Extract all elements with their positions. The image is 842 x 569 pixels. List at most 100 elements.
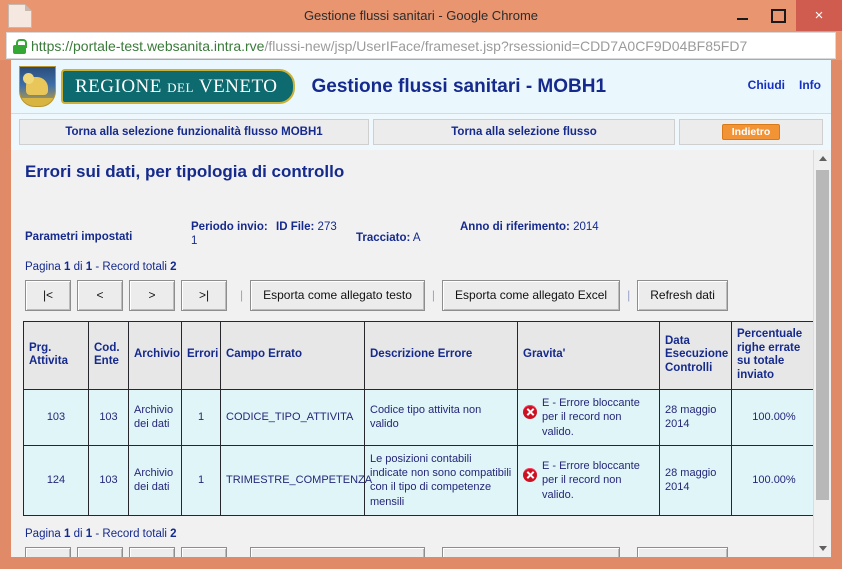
cell-gravita: E - Errore bloccante per il record non v… — [517, 444, 660, 517]
pager-suffix: - Record totali — [92, 260, 171, 273]
next-page-button[interactable]: > — [129, 547, 175, 557]
regione-veneto-logo: REGIONE DEL VENETO — [19, 66, 296, 107]
param-tracciato: Tracciato: A — [356, 220, 460, 245]
pager-total-records: 2 — [170, 260, 177, 273]
prev-page-button[interactable]: < — [77, 279, 123, 311]
minimize-icon — [736, 17, 748, 20]
parameters-summary: Parametri impostati Periodo invio: 1 ID … — [25, 220, 803, 249]
cell-gravita: E - Errore bloccante per il record non v… — [517, 388, 660, 446]
pager-mid: di — [70, 528, 86, 541]
export-text-button[interactable]: Esporta come allegato testo — [250, 547, 425, 557]
param-anno-riferimento: Anno di riferimento: 2014 — [460, 220, 610, 234]
page-title: Errori sui dati, per tipologia di contro… — [25, 162, 345, 181]
export-text-button[interactable]: Esporta come allegato testo — [250, 279, 425, 311]
toolbar-separator: | — [240, 288, 244, 303]
col-gravita: Gravita' — [517, 320, 660, 390]
link-chiudi[interactable]: Chiudi — [748, 78, 785, 92]
url-input[interactable]: https://portale-test.websanita.intra.rve… — [6, 32, 836, 59]
pager-prefix: Pagina — [25, 260, 65, 273]
cell-prg-attivita: 124 — [23, 444, 89, 517]
indietro-cell: Indietro — [679, 119, 823, 145]
col-cod-ente: Cod. Ente — [88, 320, 129, 390]
toolbar-separator: | — [620, 556, 637, 557]
toolbar-separator: | — [233, 556, 250, 557]
param-tracciato-value: A — [412, 232, 421, 244]
refresh-button[interactable]: Refresh dati — [637, 547, 728, 557]
cell-descrizione-errore: Codice tipo attivita non valido — [364, 388, 518, 446]
error-icon — [523, 404, 537, 419]
param-periodo-invio-label: Periodo invio: — [191, 221, 268, 233]
param-periodo-invio-value: 1 — [191, 235, 198, 248]
pager-total-records: 2 — [170, 528, 177, 541]
table-row: 124 103 Archivio dei dati 1 TRIMESTRE_CO… — [23, 444, 813, 517]
param-tracciato-label: Tracciato: — [356, 232, 411, 244]
navigation-strip: Torna alla selezione funzionalità flusso… — [19, 119, 823, 145]
maximize-icon — [770, 8, 786, 23]
cell-percentuale: 100.00% — [731, 388, 813, 446]
logo-text-del: DEL — [167, 79, 194, 95]
url-host: https://portale-test.websanita.intra.rve — [31, 37, 265, 54]
pager-mid: di — [70, 260, 86, 273]
browser-window: Gestione flussi sanitari - Google Chrome… — [0, 0, 842, 569]
vertical-scrollbar[interactable] — [813, 150, 831, 557]
next-page-button[interactable]: > — [129, 279, 175, 311]
cell-cod-ente: 103 — [88, 388, 129, 446]
cell-gravita-text: E - Errore bloccante per il record non v… — [542, 396, 640, 438]
cell-errori: 1 — [181, 388, 221, 446]
pager-suffix: - Record totali — [92, 528, 171, 541]
scroll-up-arrow-icon[interactable] — [814, 150, 831, 167]
table-header-row: Prg. Attivita Cod. Ente Archivio Errori … — [23, 320, 813, 390]
error-icon — [523, 467, 537, 482]
url-path: /flussi-new/jsp/UserIFace/frameset.jsp?r… — [264, 37, 748, 54]
last-page-button[interactable]: >| — [181, 279, 227, 311]
logo-text-veneto: VENETO — [198, 75, 278, 97]
minimize-button[interactable] — [724, 0, 760, 31]
col-archivio: Archivio — [128, 320, 182, 390]
pager-summary-bottom: Pagina 1 di 1 - Record totali 2 — [25, 528, 803, 540]
table-row: 103 103 Archivio dei dati 1 CODICE_TIPO_… — [23, 388, 813, 446]
param-id-file: ID File: 273 — [276, 220, 356, 234]
last-page-button[interactable]: >| — [181, 547, 227, 557]
prev-page-button[interactable]: < — [77, 547, 123, 557]
param-id-file-value: 273 — [317, 221, 337, 233]
cell-data-esecuzione: 28 maggio 2014 — [659, 444, 732, 517]
window-title: Gestione flussi sanitari - Google Chrome — [303, 8, 539, 23]
param-anno-riferimento-value: 2014 — [573, 221, 599, 233]
cell-errori: 1 — [181, 444, 221, 517]
col-prg-attivita: Prg. Attivita — [23, 320, 89, 390]
cell-campo-errato: CODICE_TIPO_ATTIVITA — [220, 388, 365, 446]
export-excel-button[interactable]: Esporta come allegato Excel — [442, 547, 621, 557]
indietro-button[interactable]: Indietro — [721, 124, 781, 140]
logo-plate: REGIONE DEL VENETO — [61, 69, 296, 104]
errors-table: Prg. Attivita Cod. Ente Archivio Errori … — [23, 320, 813, 517]
col-data-esecuzione: Data Esecuzione Controlli — [659, 320, 732, 390]
logo-text-regione: REGIONE — [75, 75, 162, 97]
parameters-label: Parametri impostati — [25, 231, 133, 243]
scroll-thumb[interactable] — [816, 170, 829, 500]
lock-icon — [13, 38, 27, 54]
pager-summary-top: Pagina 1 di 1 - Record totali 2 — [25, 261, 803, 273]
param-id-file-label: ID File: — [276, 221, 315, 233]
cell-cod-ente: 103 — [88, 444, 129, 517]
col-percentuale: Percentuale righe errate su totale invia… — [731, 320, 813, 390]
refresh-button[interactable]: Refresh dati — [637, 279, 728, 311]
maximize-button[interactable] — [760, 0, 796, 31]
col-campo-errato: Campo Errato — [220, 320, 365, 390]
toolbar-separator: | — [627, 288, 631, 303]
site-banner: REGIONE DEL VENETO Gestione flussi sanit… — [11, 60, 831, 114]
close-button[interactable]: × — [796, 0, 842, 31]
col-descrizione-errore: Descrizione Errore — [364, 320, 518, 390]
link-info[interactable]: Info — [799, 78, 821, 92]
cell-gravita-text: E - Errore bloccante per il record non v… — [542, 459, 640, 501]
first-page-button[interactable]: |< — [25, 279, 71, 311]
back-to-functions-button[interactable]: Torna alla selezione funzionalità flusso… — [19, 119, 369, 145]
scroll-down-arrow-icon[interactable] — [814, 540, 831, 557]
page-app-title: Gestione flussi sanitari - MOBH1 — [311, 75, 607, 97]
veneto-crest-icon — [19, 66, 56, 107]
address-bar: https://portale-test.websanita.intra.rve… — [0, 31, 842, 60]
toolbar-separator: | — [431, 288, 436, 303]
first-page-button[interactable]: |< — [25, 547, 71, 557]
export-excel-button[interactable]: Esporta come allegato Excel — [442, 279, 621, 311]
back-to-flow-button[interactable]: Torna alla selezione flusso — [373, 119, 675, 145]
pager-prefix: Pagina — [25, 528, 65, 541]
